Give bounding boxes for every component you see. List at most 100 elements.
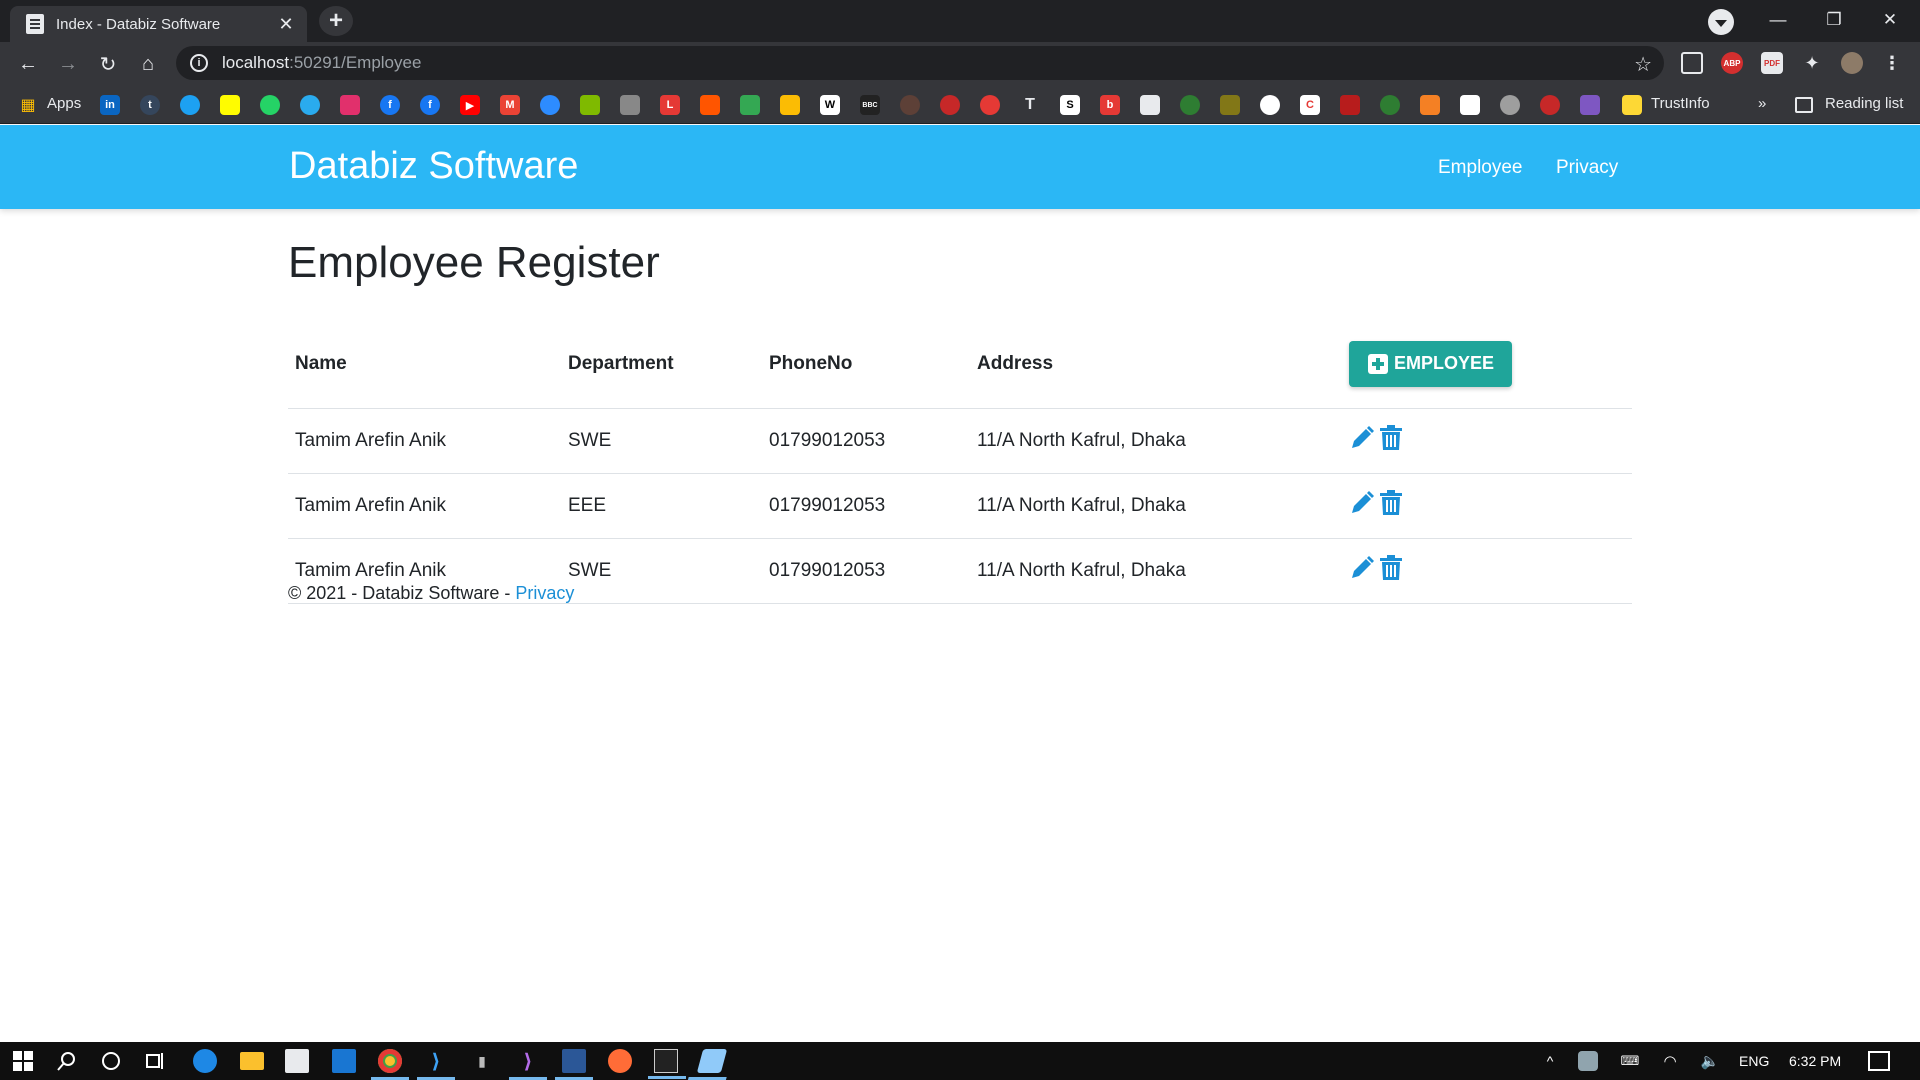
github-icon[interactable] [1260, 95, 1280, 115]
google-drive-icon[interactable] [780, 95, 800, 115]
new-tab-button[interactable]: + [319, 6, 353, 36]
instagram-icon[interactable] [340, 95, 360, 115]
forward-button[interactable]: → [54, 50, 82, 78]
back-button[interactable]: ← [14, 50, 42, 78]
keyboard-icon[interactable]: ⌨ [1618, 1049, 1642, 1073]
bbc-icon[interactable]: BBC [860, 95, 880, 115]
youtube-icon[interactable]: ▶ [460, 95, 480, 115]
terminal-icon[interactable] [648, 1049, 686, 1079]
window-restore-button[interactable]: ❐ [1806, 0, 1862, 40]
edit-pencil-icon[interactable] [1349, 425, 1375, 451]
site-brand[interactable]: Databiz Software [289, 145, 578, 188]
pdf-extension-icon[interactable]: PDF [1761, 52, 1783, 74]
wikipedia-icon[interactable]: W [820, 95, 840, 115]
google-maps-icon[interactable] [740, 95, 760, 115]
notification-center-icon[interactable] [1868, 1051, 1890, 1071]
address-url[interactable]: localhost:50291/Employee [222, 53, 421, 73]
facebook-icon[interactable]: f [380, 95, 400, 115]
edit-pencil-icon[interactable] [1349, 555, 1375, 581]
browser-menu-icon[interactable]: ⋮ [1881, 52, 1903, 74]
snapchat-icon[interactable] [220, 95, 240, 115]
delete-trash-icon[interactable] [1379, 424, 1403, 451]
apple-icon[interactable] [620, 95, 640, 115]
postman-icon[interactable] [608, 1049, 632, 1073]
telegram-icon[interactable] [300, 95, 320, 115]
extensions-puzzle-icon[interactable]: ✦ [1801, 52, 1823, 74]
browser-tab-active[interactable]: Index - Databiz Software ✕ [10, 6, 307, 42]
bookmark-icon-32[interactable]: C [1300, 95, 1320, 115]
bookmark-icon-34[interactable] [1380, 95, 1400, 115]
bookmark-trustinfo[interactable]: TrustInfo [1651, 95, 1710, 112]
adblock-extension-icon[interactable]: ABP [1721, 52, 1743, 74]
site-info-icon[interactable]: i [190, 54, 208, 72]
facebook-2-icon[interactable]: f [420, 95, 440, 115]
windows-start-icon[interactable] [11, 1049, 35, 1073]
bookmark-icon-36[interactable] [1460, 95, 1480, 115]
cast-icon[interactable] [1681, 52, 1703, 74]
soundcloud-icon[interactable] [700, 95, 720, 115]
bookmark-apps[interactable]: Apps [47, 95, 81, 112]
bookmark-icon-26[interactable]: S [1060, 95, 1080, 115]
reload-button[interactable]: ↻ [94, 50, 122, 78]
delete-trash-icon[interactable] [1379, 489, 1403, 516]
tray-app-icon[interactable] [1578, 1051, 1598, 1071]
reading-list-button[interactable]: Reading list [1825, 95, 1903, 112]
edge-browser-icon[interactable] [193, 1049, 217, 1073]
whatsapp-icon[interactable] [260, 95, 280, 115]
window-minimize-button[interactable]: — [1750, 0, 1806, 40]
tab-close-icon[interactable]: ✕ [275, 13, 297, 35]
visual-studio-icon[interactable]: ⟩ [509, 1049, 547, 1080]
chrome-taskbar-icon[interactable] [371, 1049, 409, 1080]
app-icon-10[interactable]: ▮ [470, 1049, 494, 1073]
bookmark-icon-28[interactable] [1140, 95, 1160, 115]
bookmark-icon-33[interactable] [1340, 95, 1360, 115]
tray-overflow-icon[interactable]: ^ [1538, 1049, 1562, 1073]
microsoft-icon[interactable] [580, 95, 600, 115]
stackoverflow-icon[interactable] [1420, 95, 1440, 115]
home-button[interactable]: ⌂ [134, 50, 162, 78]
taskbar-clock[interactable]: 6:32 PM [1789, 1053, 1841, 1069]
app-icon-16[interactable] [696, 1049, 728, 1073]
nytimes-icon[interactable]: T [1020, 95, 1040, 115]
folder-icon[interactable] [1622, 95, 1642, 115]
tumblr-icon[interactable]: t [140, 95, 160, 115]
store-icon[interactable] [285, 1049, 309, 1073]
volume-muted-icon[interactable]: 🔈 [1698, 1049, 1722, 1073]
bookmarks-overflow-icon[interactable]: » [1758, 95, 1766, 112]
bookmark-icon-30[interactable] [1220, 95, 1240, 115]
address-bar[interactable]: i localhost:50291/Employee ☆ [176, 46, 1664, 80]
add-employee-button[interactable]: EMPLOYEE [1349, 340, 1513, 387]
search-icon[interactable] [55, 1049, 79, 1073]
apps-grid-icon[interactable]: ▦ [18, 95, 38, 115]
twitter-icon[interactable] [180, 95, 200, 115]
window-close-button[interactable]: ✕ [1862, 0, 1918, 40]
lastpass-icon[interactable]: L [660, 95, 680, 115]
gmail-icon[interactable]: M [500, 95, 520, 115]
bookmark-icon-23[interactable] [940, 95, 960, 115]
bookmark-icon-22[interactable] [900, 95, 920, 115]
globe-icon[interactable] [1500, 95, 1520, 115]
nav-link-employee[interactable]: Employee [1438, 157, 1523, 179]
task-view-icon[interactable] [143, 1049, 167, 1073]
wifi-icon[interactable]: ◠ [1658, 1049, 1682, 1073]
language-indicator[interactable]: ENG [1739, 1053, 1769, 1069]
zoom-icon[interactable] [540, 95, 560, 115]
delete-trash-icon[interactable] [1379, 554, 1403, 581]
edit-pencil-icon[interactable] [1349, 490, 1375, 516]
bookmark-icon-24[interactable] [980, 95, 1000, 115]
bookmark-star-icon[interactable]: ☆ [1634, 52, 1652, 77]
bookmark-icon-38[interactable] [1540, 95, 1560, 115]
bookmark-icon-29[interactable] [1180, 95, 1200, 115]
bookmark-icon-27[interactable]: b [1100, 95, 1120, 115]
file-explorer-icon[interactable] [240, 1052, 264, 1070]
profile-avatar[interactable] [1841, 52, 1863, 74]
ssms-icon[interactable] [555, 1049, 593, 1080]
nav-link-privacy[interactable]: Privacy [1556, 157, 1618, 179]
footer-privacy-link[interactable]: Privacy [515, 583, 574, 603]
bookmark-icon-39[interactable] [1580, 95, 1600, 115]
tab-search-button[interactable] [1708, 9, 1734, 35]
mail-icon[interactable] [332, 1049, 356, 1073]
cortana-icon[interactable] [99, 1049, 123, 1073]
vscode-icon[interactable]: ⟩ [417, 1049, 455, 1080]
linkedin-icon[interactable]: in [100, 95, 120, 115]
